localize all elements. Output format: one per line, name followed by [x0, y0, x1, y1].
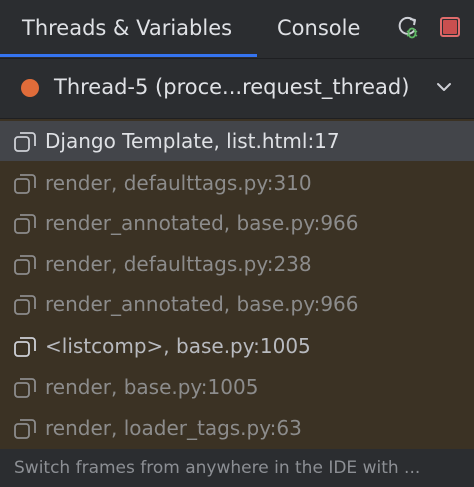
thread-selector[interactable]: Thread-5 (proce...request_thread) — [0, 59, 474, 117]
frame-label: render, loader_tags.py:63 — [45, 416, 302, 440]
frame-icon — [14, 174, 36, 194]
footer-hint[interactable]: Switch frames from anywhere in the IDE w… — [0, 450, 474, 487]
frame-label: render, base.py:1005 — [45, 375, 259, 399]
frame-label: Django Template, list.html:17 — [45, 129, 340, 153]
footer-hint-text: Switch frames from anywhere in the IDE w… — [14, 458, 421, 478]
debug-tool-window: Threads & Variables Console Thread-5 (pr… — [0, 0, 474, 487]
frame-icon — [14, 419, 36, 439]
frame-icon — [14, 378, 36, 398]
frame-row-selected[interactable]: Django Template, list.html:17 — [0, 121, 474, 161]
frame-row[interactable]: render, loader_tags.py:63 — [0, 408, 474, 448]
frame-label: render_annotated, base.py:966 — [45, 211, 359, 235]
frame-label: render_annotated, base.py:966 — [45, 292, 359, 316]
tab-bar: Threads & Variables Console — [0, 0, 474, 58]
active-tab-indicator — [0, 54, 257, 57]
frame-row[interactable]: render, defaulttags.py:238 — [0, 244, 474, 284]
chevron-down-icon[interactable] — [434, 79, 454, 95]
stop-icon[interactable] — [437, 14, 463, 40]
frame-icon — [14, 255, 36, 275]
frame-label: render, defaulttags.py:310 — [45, 171, 312, 195]
rerun-debug-icon[interactable] — [395, 14, 421, 40]
frame-label: render, defaulttags.py:238 — [45, 252, 312, 276]
frame-row[interactable]: render, defaulttags.py:310 — [0, 163, 474, 203]
thread-name: Thread-5 (proce...request_thread) — [54, 75, 410, 99]
thread-status-icon — [21, 79, 39, 97]
frame-row[interactable]: render_annotated, base.py:966 — [0, 284, 474, 324]
frame-row[interactable]: render, base.py:1005 — [0, 367, 474, 407]
frame-label: <listcomp>, base.py:1005 — [45, 334, 311, 358]
frame-icon — [14, 337, 36, 357]
frame-icon — [14, 295, 36, 315]
tab-threads-variables[interactable]: Threads & Variables — [22, 0, 232, 58]
frame-row[interactable]: <listcomp>, base.py:1005 — [0, 326, 474, 366]
frame-icon — [14, 132, 36, 152]
frame-row[interactable]: render_annotated, base.py:966 — [0, 203, 474, 243]
frame-icon — [14, 214, 36, 234]
frames-list: Django Template, list.html:17 render, de… — [0, 119, 474, 449]
tab-console[interactable]: Console — [277, 0, 360, 58]
